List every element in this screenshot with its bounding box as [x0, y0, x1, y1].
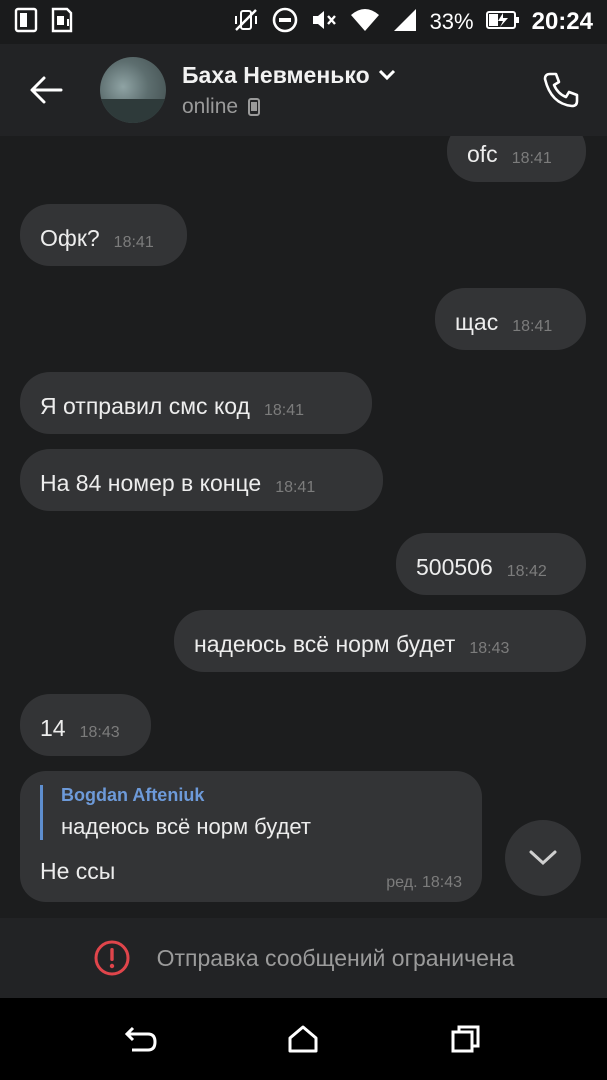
message-text: Офк? [40, 225, 100, 251]
message-time: 18:41 [511, 150, 552, 167]
phone-call-icon [543, 72, 579, 108]
home-icon [288, 1025, 318, 1053]
contact-status: online [182, 94, 239, 118]
nav-recents-button[interactable] [436, 1009, 496, 1069]
message-time: 18:41 [512, 318, 553, 335]
call-button[interactable] [533, 62, 589, 118]
back-button[interactable] [16, 60, 76, 120]
mute-icon [310, 7, 338, 38]
message-text: Я отправил смс код [40, 393, 250, 419]
message-incoming[interactable]: Я отправил смс код 18:41 [20, 372, 372, 434]
message-outgoing[interactable]: надеюсь всё норм будет 18:43 [174, 610, 586, 672]
chevron-down-icon [529, 850, 557, 866]
restricted-text: Отправка сообщений ограничена [156, 944, 515, 971]
quote-author: Bogdan Afteniuk [61, 785, 205, 805]
battery-percent: 33% [429, 9, 474, 34]
navigation-bar [0, 998, 607, 1080]
chevron-down-icon [378, 69, 395, 81]
sim-card-icon [14, 7, 38, 38]
avatar[interactable] [100, 57, 166, 123]
message-incoming[interactable]: На 84 номер в конце 18:41 [20, 449, 383, 511]
message-text: 14 [40, 715, 66, 741]
messaging-restricted-banner: Отправка сообщений ограничена [0, 918, 607, 998]
back-arrow-icon [30, 76, 63, 104]
message-time: 18:42 [506, 563, 547, 580]
battery-charging-icon [485, 10, 520, 35]
message-outgoing[interactable]: щас 18:41 [435, 288, 586, 350]
quote-text: надеюсь всё норм будет [61, 814, 311, 839]
clock: 20:24 [531, 8, 593, 35]
message-time: 18:41 [113, 234, 154, 251]
scroll-down-button[interactable] [505, 820, 581, 896]
message-time: 18:41 [275, 479, 316, 496]
message-time: 18:41 [263, 402, 305, 419]
error-icon [94, 940, 130, 976]
message-outgoing[interactable]: ofc 18:41 [447, 136, 586, 182]
nav-home-button[interactable] [273, 1009, 333, 1069]
message-outgoing[interactable]: 500506 18:42 [396, 533, 586, 595]
wifi-icon [350, 7, 380, 38]
message-incoming[interactable]: 14 18:43 [20, 694, 151, 756]
message-text: надеюсь всё норм будет [194, 631, 456, 657]
message-text: ofc [467, 141, 498, 167]
message-time: 18:43 [79, 724, 120, 741]
chat-header: Баха Невменько online [0, 44, 607, 136]
message-time: 18:43 [469, 640, 510, 657]
contact-info[interactable]: Баха Невменько online [182, 62, 396, 119]
contact-name: Баха Невменько [182, 61, 370, 88]
signal-icon [392, 7, 418, 38]
message-text: щас [455, 309, 499, 335]
back-icon [125, 1026, 157, 1052]
message-text: 500506 [416, 554, 493, 580]
message-reply[interactable]: Bogdan Afteniuk надеюсь всё норм будет Н… [20, 771, 482, 902]
message-list[interactable]: ofc 18:41 Офк? 18:41 щас 18:41 Я отправи… [0, 136, 607, 918]
quoted-message[interactable]: Bogdan Afteniuk надеюсь всё норм будет [40, 785, 462, 840]
status-bar: 33% 20:24 [0, 0, 607, 44]
do-not-disturb-icon [272, 7, 298, 38]
phone-device-icon [248, 97, 261, 116]
nav-back-button[interactable] [111, 1009, 171, 1069]
sd-card-icon [50, 7, 74, 38]
message-incoming[interactable]: Офк? 18:41 [20, 204, 187, 266]
recents-icon [451, 1025, 480, 1053]
message-time: ред. 18:43 [386, 874, 462, 891]
message-text: На 84 номер в конце [40, 470, 262, 496]
vibrate-off-icon [232, 6, 260, 39]
